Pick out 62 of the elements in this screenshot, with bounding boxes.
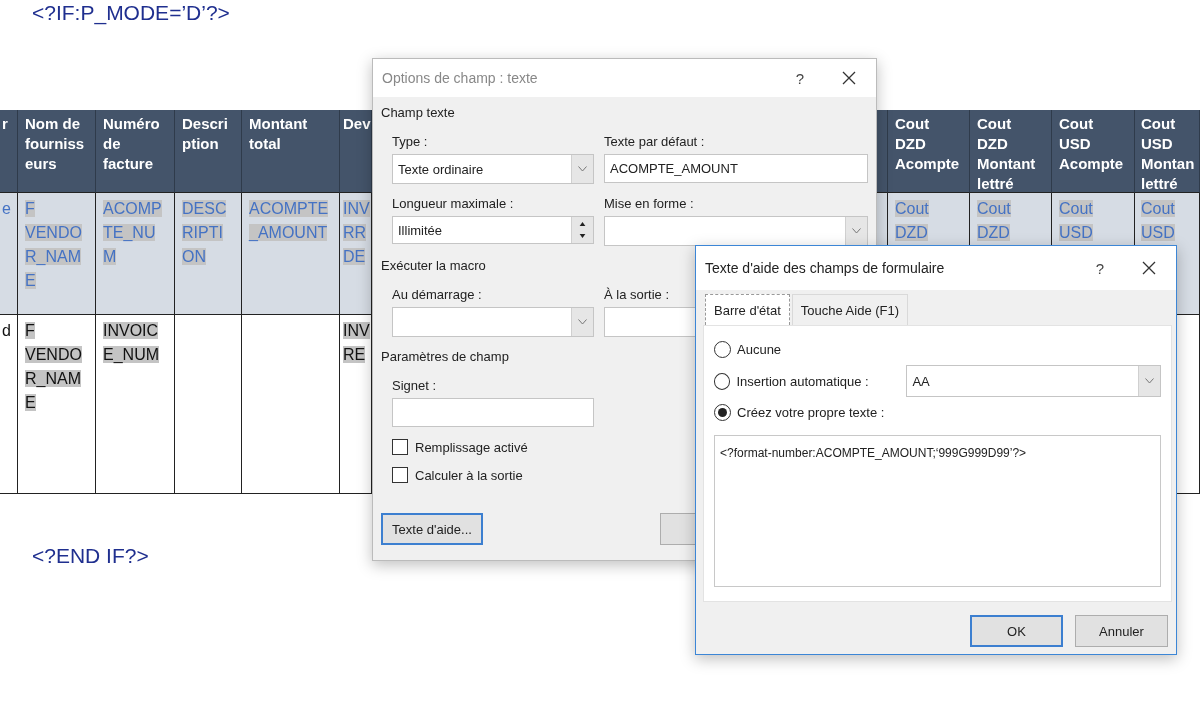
radio-label[interactable]: Créez votre propre texte : [737, 405, 885, 421]
table-cell: F VENDOR_NAME [18, 315, 96, 494]
chevron-down-icon [578, 319, 587, 325]
radio-button[interactable] [714, 372, 731, 390]
chevron-down-icon [1145, 378, 1154, 385]
header-cell: Montant total [242, 110, 340, 193]
document-heading: <?IF:P_MODE=’D’?> [31, 0, 231, 25]
help-button[interactable]: ? [1095, 259, 1104, 277]
table-cell: INV RR DE [340, 193, 372, 315]
table-cell: d [0, 315, 18, 494]
dialog-button[interactable]: Texte d'aide... [381, 513, 483, 545]
header-cell: Cout DZD Acompte [888, 110, 970, 193]
spin-field[interactable]: Illimitée [392, 216, 594, 244]
checkbox[interactable] [392, 439, 408, 455]
section-heading: Champ texte [381, 105, 455, 120]
dropdown[interactable]: AA [906, 365, 1161, 398]
field-label: Texte par défaut : [604, 134, 706, 149]
header-cell: Dev [340, 110, 372, 193]
header-cell: Cout USD Acompte [1052, 110, 1135, 193]
table-cell: INV RE [340, 315, 372, 494]
help-button[interactable]: ? [795, 69, 804, 87]
checkbox-label[interactable]: Calculer à la sortie [415, 467, 523, 483]
table-cell: e [0, 193, 18, 315]
tab[interactable]: Barre d'état [705, 294, 790, 325]
table-cell: ACOMPTE_AMOUNT [242, 193, 340, 315]
dropdown[interactable] [604, 216, 868, 246]
cancel-button[interactable]: Annuler [1075, 615, 1168, 647]
field-label: Au démarrage : [392, 287, 483, 302]
radio-label[interactable]: Aucune [737, 342, 782, 358]
dropdown[interactable]: Texte ordinaire [392, 154, 594, 184]
close-icon[interactable] [1142, 261, 1156, 275]
header-cell: Cout DZD Montant lettré [970, 110, 1052, 193]
dialog-title: Options de champ : texte [382, 70, 539, 86]
chevron-down-icon [852, 228, 861, 234]
field-label: Type : [392, 134, 429, 149]
header-cell: Description [175, 110, 242, 193]
chevron-down-icon [578, 166, 587, 172]
field-label: Mise en forme : [604, 196, 695, 211]
text-area[interactable]: <?format-number:ACOMPTE_AMOUNT;‘999G999D99’?> [714, 434, 1161, 587]
checkbox-label[interactable]: Remplissage activé [415, 439, 528, 455]
header-cell: Nom de fournisseurs [18, 110, 96, 193]
table-cell: ACOMPTE_NUM [96, 193, 175, 315]
tab[interactable]: Touche Aide (F1) [791, 294, 909, 325]
field-label: À la sortie : [604, 287, 671, 302]
section-heading: Exécuter la macro [381, 258, 486, 273]
checkbox[interactable] [392, 467, 408, 483]
section-heading: Paramètres de champ [381, 349, 509, 364]
table-cell: INVOICE_NUM [96, 315, 175, 494]
close-icon[interactable] [842, 71, 856, 85]
header-cell: Cout USD Montan lettré [1135, 110, 1200, 193]
text-field[interactable]: ACOMPTE_AMOUNT [604, 154, 868, 183]
radio-label[interactable]: Insertion automatique : [736, 373, 901, 389]
ok-button[interactable]: OK [970, 615, 1063, 647]
header-cell: r [0, 110, 18, 193]
table-cell: F VENDOR_NAME [18, 193, 96, 315]
radio-button[interactable] [714, 404, 731, 422]
table-cell: DESCRIPTION [175, 193, 242, 315]
header-cell: Numéro de facture [96, 110, 175, 193]
field-label: Longueur maximale : [392, 196, 515, 211]
radio-button[interactable] [714, 341, 731, 359]
field-label: Signet : [392, 378, 438, 393]
text-field[interactable] [392, 398, 594, 427]
